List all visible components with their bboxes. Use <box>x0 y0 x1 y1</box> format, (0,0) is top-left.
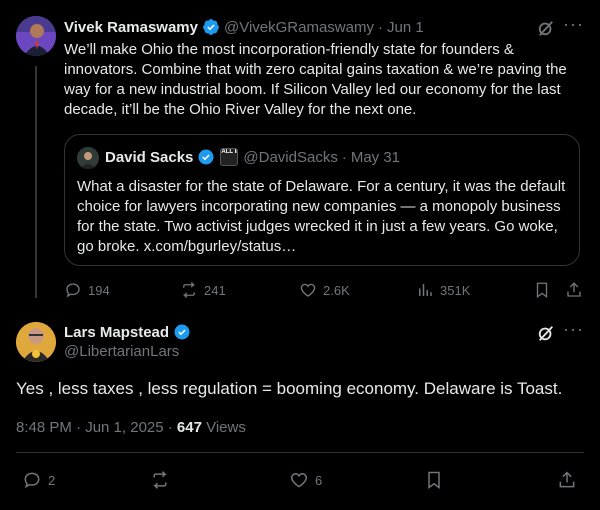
verified-badge-icon <box>174 324 190 340</box>
views-count: 351K <box>440 282 471 298</box>
quote-date: May 31 <box>350 148 401 166</box>
share-button[interactable] <box>557 470 577 495</box>
bookmark-icon <box>428 471 440 489</box>
post2-views-count: 647 <box>176 419 202 436</box>
bookmark-icon <box>536 282 548 299</box>
quote-header: David Sacks ALL IN @DavidSacks · May 31 <box>105 148 400 166</box>
share-button[interactable] <box>565 281 583 304</box>
post2-text: Yes , less taxes , less regulation = boo… <box>16 379 563 398</box>
repost-icon <box>153 471 167 489</box>
post2-author-name[interactable]: Lars Mapstead <box>64 324 169 341</box>
repost-count: 241 <box>204 282 226 298</box>
post1-author-name[interactable]: Vivek Ramaswamy <box>64 19 198 36</box>
lars-avatar-image <box>16 322 56 362</box>
reply-count: 2 <box>48 472 56 488</box>
more-options-icon[interactable]: ··· <box>563 319 584 340</box>
share-icon <box>559 471 575 488</box>
like-button[interactable]: 2.6K <box>299 281 350 299</box>
post2-views-label: Views <box>201 419 246 436</box>
reply-button[interactable]: 2 <box>22 470 55 490</box>
reply-icon <box>66 283 80 298</box>
like-button[interactable]: 6 <box>289 470 322 490</box>
vivek-avatar-image <box>16 16 56 56</box>
analytics-icon <box>419 284 432 296</box>
like-count: 2.6K <box>323 282 350 298</box>
post2-meta: 8:48 PM · Jun 1, 2025 · 647 Views <box>16 419 246 436</box>
views-button[interactable]: 351K <box>416 281 470 299</box>
post2-handle[interactable]: @LibertarianLars <box>64 343 179 360</box>
heart-icon <box>290 472 308 488</box>
grok-icon[interactable] <box>537 19 555 42</box>
grok-icon[interactable] <box>537 324 555 347</box>
more-options-icon[interactable]: ··· <box>563 14 584 35</box>
post2-header: Lars Mapstead <box>64 323 191 341</box>
quote-handle: @DavidSacks <box>243 148 338 166</box>
like-count: 6 <box>315 472 323 488</box>
bookmark-button[interactable] <box>533 281 551 304</box>
repost-button[interactable]: 241 <box>180 281 226 299</box>
quoted-post[interactable]: David Sacks ALL IN @DavidSacks · May 31 … <box>64 134 580 266</box>
verified-badge-icon <box>203 19 219 35</box>
david-avatar <box>77 147 99 169</box>
affiliate-badge-icon: ALL IN <box>220 148 239 166</box>
post2-timestamp[interactable]: 8:48 PM · Jun 1, 2025 · <box>16 419 177 436</box>
lars-avatar[interactable] <box>16 322 56 362</box>
post1-header: Vivek Ramaswamy @VivekGRamaswamy · Jun 1 <box>64 18 424 36</box>
quote-author-name: David Sacks <box>105 148 194 166</box>
reply-button[interactable]: 194 <box>64 281 110 299</box>
bookmark-button[interactable] <box>424 470 444 495</box>
repost-icon <box>182 282 196 298</box>
separator-dot: · <box>377 18 383 36</box>
share-icon <box>567 282 581 297</box>
post1-handle[interactable]: @VivekGRamaswamy <box>224 19 374 36</box>
divider <box>16 452 584 453</box>
quote-text: What a disaster for the state of Delawar… <box>77 178 566 255</box>
vivek-avatar[interactable] <box>16 16 56 56</box>
reply-icon <box>24 472 40 489</box>
post1-text: We’ll make Ohio the most incorporation-f… <box>64 41 567 118</box>
post1-date[interactable]: Jun 1 <box>387 19 424 36</box>
heart-icon <box>300 283 316 297</box>
thread-connector-line <box>35 66 37 298</box>
repost-button[interactable] <box>150 470 170 495</box>
separator-dot: · <box>341 148 347 166</box>
reply-count: 194 <box>88 282 110 298</box>
verified-badge-icon <box>198 149 214 165</box>
